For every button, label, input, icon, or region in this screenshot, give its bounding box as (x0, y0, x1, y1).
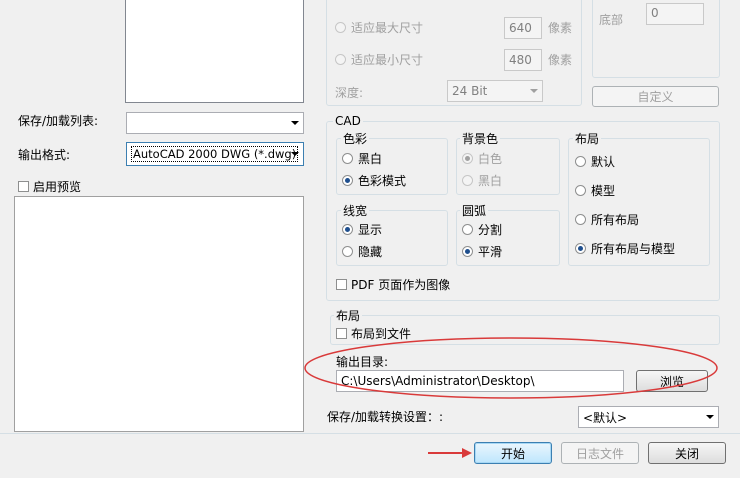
bottom-margin-value: 0 (651, 6, 659, 20)
start-button[interactable]: 开始 (474, 442, 552, 464)
radio-icon (575, 156, 586, 167)
background-group-title: 背景色 (460, 130, 501, 147)
save-load-list-dropdown[interactable] (126, 112, 304, 134)
checkbox-icon (18, 181, 29, 192)
arc-split-label: 分割 (478, 223, 503, 237)
layout-all-and-model-label: 所有布局与模型 (591, 242, 676, 256)
fit-min-size-label: 适应最小尺寸 (351, 53, 424, 67)
radio-selected-icon (342, 175, 353, 186)
pixel-unit-label: 像素 (548, 53, 573, 67)
fit-min-size-value: 480 (509, 53, 532, 67)
radio-selected-icon (462, 153, 473, 164)
depth-label: 深度: (335, 86, 364, 100)
close-button[interactable]: 关闭 (648, 442, 726, 464)
bottom-margin-field[interactable]: 0 (646, 3, 704, 25)
footer-divider (0, 433, 740, 434)
layout-all-label: 所有布局 (591, 213, 640, 227)
fit-min-size-radio[interactable]: 适应最小尺寸 (335, 51, 423, 68)
chevron-down-icon (291, 152, 299, 156)
pdf-as-image-label: PDF 页面作为图像 (351, 278, 451, 292)
layout-model-label: 模型 (591, 184, 616, 198)
chevron-down-icon (291, 121, 299, 125)
log-file-button[interactable]: 日志文件 (561, 442, 639, 464)
preview-thumbnail-area (125, 0, 304, 103)
depth-value: 24 Bit (452, 84, 488, 98)
annotation-ellipse (304, 337, 718, 399)
lineweight-show-radio[interactable]: 显示 (342, 221, 382, 238)
chevron-down-icon (530, 89, 538, 93)
cad-group-title: CAD (333, 114, 363, 128)
arrow-right-icon (428, 448, 472, 458)
radio-icon (335, 22, 346, 33)
layout-default-label: 默认 (591, 155, 616, 169)
color-group-title: 色彩 (341, 130, 370, 147)
layout-options-title: 布局 (573, 130, 602, 147)
pixel-unit-label: 像素 (548, 21, 573, 35)
radio-selected-icon (575, 243, 586, 254)
depth-dropdown[interactable]: 24 Bit (447, 80, 543, 102)
layout-file-group-title: 布局 (334, 307, 363, 324)
output-format-label: 输出格式: (18, 148, 71, 162)
background-mono-label: 黑白 (478, 174, 503, 188)
bottom-margin-label: 底部 (599, 13, 624, 27)
settings-value: <默认> (583, 410, 628, 425)
background-white-radio[interactable]: 白色 (462, 150, 502, 167)
radio-icon (342, 246, 353, 257)
color-mono-label: 黑白 (358, 152, 383, 166)
arc-smooth-radio[interactable]: 平滑 (462, 243, 502, 260)
pdf-as-image-checkbox[interactable]: PDF 页面作为图像 (336, 276, 450, 293)
lineweight-hide-label: 隐藏 (358, 245, 383, 259)
radio-selected-icon (342, 224, 353, 235)
layout-model-radio[interactable]: 模型 (575, 182, 615, 199)
fit-max-size-value: 640 (509, 21, 532, 35)
fit-max-size-field[interactable]: 640 (504, 17, 542, 39)
output-format-value: AutoCAD 2000 DWG (*.dwg) (131, 146, 299, 162)
fit-max-size-label: 适应最大尺寸 (351, 21, 424, 35)
settings-label: 保存/加载转换设置：: (327, 410, 444, 424)
radio-icon (575, 214, 586, 225)
arc-split-radio[interactable]: 分割 (462, 221, 502, 238)
layout-all-radio[interactable]: 所有布局 (575, 211, 639, 228)
arc-smooth-label: 平滑 (478, 245, 503, 259)
custom-button[interactable]: 自定义 (592, 86, 719, 107)
chevron-down-icon (706, 415, 714, 419)
lineweight-group-title: 线宽 (341, 202, 370, 219)
lineweight-hide-radio[interactable]: 隐藏 (342, 243, 382, 260)
color-mode-radio[interactable]: 色彩模式 (342, 172, 406, 189)
layout-default-radio[interactable]: 默认 (575, 153, 615, 170)
lineweight-show-label: 显示 (358, 223, 383, 237)
preview-pane (14, 196, 304, 432)
radio-icon (575, 185, 586, 196)
background-white-label: 白色 (478, 152, 503, 166)
enable-preview-checkbox[interactable]: 启用预览 (18, 178, 81, 195)
fit-max-size-radio[interactable]: 适应最大尺寸 (335, 19, 423, 36)
fit-min-size-field[interactable]: 480 (504, 49, 542, 71)
output-format-dropdown[interactable]: AutoCAD 2000 DWG (*.dwg) (126, 142, 304, 166)
arc-group-title: 圆弧 (460, 202, 489, 219)
radio-icon (462, 175, 473, 186)
checkbox-icon (336, 279, 347, 290)
color-mono-radio[interactable]: 黑白 (342, 150, 382, 167)
radio-selected-icon (462, 246, 473, 257)
settings-dropdown[interactable]: <默认> (578, 406, 719, 428)
color-mode-label: 色彩模式 (358, 174, 407, 188)
radio-icon (335, 54, 346, 65)
layout-all-and-model-radio[interactable]: 所有布局与模型 (575, 240, 675, 257)
save-load-list-label: 保存/加载列表: (18, 114, 99, 128)
radio-icon (342, 153, 353, 164)
background-mono-radio[interactable]: 黑白 (462, 172, 502, 189)
radio-icon (462, 224, 473, 235)
enable-preview-label: 启用预览 (33, 180, 82, 194)
